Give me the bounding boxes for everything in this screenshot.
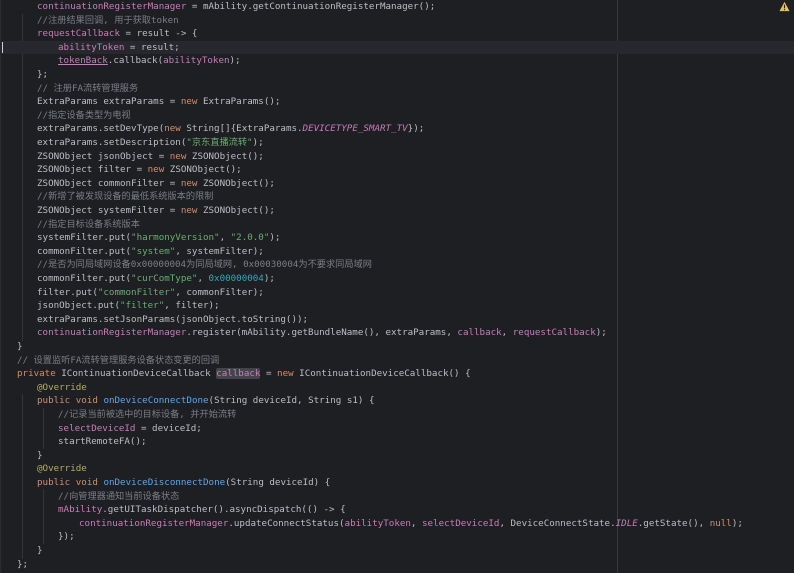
- code-text: selectDeviceId = deviceId;: [58, 422, 202, 434]
- code-text: private IContinuationDeviceCallback call…: [17, 368, 471, 380]
- code-line[interactable]: //指定设备类型为电视: [0, 109, 794, 123]
- code-text: continuationRegisterManager = mAbility.g…: [37, 1, 436, 12]
- code-line[interactable]: private IContinuationDeviceCallback call…: [0, 367, 794, 381]
- code-line[interactable]: commonFilter.put("system", systemFilter)…: [0, 245, 794, 259]
- code-line[interactable]: }: [0, 449, 794, 463]
- code-line[interactable]: //新增了被发现设备的最低系统版本的限制: [0, 190, 794, 204]
- code-text: startRemoteFA();: [58, 436, 147, 448]
- code-text: continuationRegisterManager.updateConnec…: [79, 517, 743, 529]
- code-line[interactable]: selectDeviceId = deviceId;: [0, 422, 794, 436]
- code-line[interactable]: jsonObject.put("filter", filter);: [0, 299, 794, 313]
- code-text: ZSONObject systemFilter = new ZSONObject…: [37, 205, 275, 216]
- code-text: mAbility.getUITaskDispatcher().asyncDisp…: [58, 504, 346, 516]
- code-text: //指定目标设备系统版本: [37, 218, 140, 230]
- code-text: };: [37, 69, 49, 80]
- code-text: extraParams.setJsonParams(jsonObject.toS…: [37, 313, 309, 325]
- code-text: requestCallback = result -> {: [37, 28, 198, 40]
- code-text: //注册结果回调, 用于获取token: [37, 14, 179, 26]
- code-line[interactable]: continuationRegisterManager.updateConnec…: [0, 517, 794, 531]
- code-line[interactable]: ZSONObject commonFilter = new ZSONObject…: [0, 177, 794, 191]
- code-line[interactable]: mAbility.getUITaskDispatcher().asyncDisp…: [0, 503, 794, 517]
- code-text: public void onDeviceConnectDone(String d…: [37, 395, 375, 407]
- code-line[interactable]: extraParams.setJsonParams(jsonObject.toS…: [0, 313, 794, 327]
- code-text: commonFilter.put("system", systemFilter)…: [37, 245, 264, 257]
- code-line[interactable]: //指定目标设备系统版本: [0, 218, 794, 232]
- code-text: // 注册FA流转管理服务: [37, 82, 139, 94]
- code-text: //指定设备类型为电视: [37, 109, 131, 121]
- code-text: ZSONObject commonFilter = new ZSONObject…: [37, 177, 275, 189]
- code-line[interactable]: };: [0, 68, 794, 82]
- code-line[interactable]: abilityToken = result;: [0, 40, 794, 55]
- code-line[interactable]: extraParams.setDevType(new String[]{Extr…: [0, 122, 794, 136]
- code-text: jsonObject.put("filter", filter);: [37, 300, 220, 312]
- code-text: public void onDeviceDisconnectDone(Strin…: [37, 477, 331, 488]
- code-line[interactable]: continuationRegisterManager = mAbility.g…: [0, 0, 794, 14]
- code-line[interactable]: startRemoteFA();: [0, 435, 794, 449]
- code-text: filter.put("commonFilter", commonFilter)…: [37, 286, 264, 298]
- code-text: abilityToken = result;: [58, 41, 180, 53]
- code-line[interactable]: ZSONObject filter = new ZSONObject();: [0, 163, 794, 177]
- code-line[interactable]: }: [0, 340, 794, 354]
- code-line[interactable]: @Override: [0, 381, 794, 395]
- code-text: commonFilter.put("curComType", 0x0000000…: [37, 273, 275, 284]
- code-editor[interactable]: continuationRegisterManager = mAbility.g…: [0, 0, 794, 573]
- code-line[interactable]: commonFilter.put("curComType", 0x0000000…: [0, 272, 794, 286]
- code-text: tokenBack.callback(abilityToken);: [58, 55, 241, 67]
- code-line[interactable]: // 设置监听FA流转管理服务设备状态变更的回调: [0, 354, 794, 368]
- code-text: }: [17, 341, 23, 352]
- code-line[interactable]: // 注册FA流转管理服务: [0, 82, 794, 96]
- code-text: }: [37, 545, 43, 556]
- code-line[interactable]: @Override: [0, 462, 794, 476]
- code-text: });: [58, 531, 75, 543]
- code-text: };: [17, 558, 29, 570]
- code-text: extraParams.setDevType(new String[]{Extr…: [37, 123, 425, 135]
- code-text: @Override: [37, 463, 87, 475]
- code-line[interactable]: });: [0, 530, 794, 544]
- code-text: ZSONObject filter = new ZSONObject();: [37, 164, 242, 176]
- code-line[interactable]: filter.put("commonFilter", commonFilter)…: [0, 286, 794, 300]
- code-line[interactable]: }: [0, 544, 794, 558]
- code-text: continuationRegisterManager.register(mAb…: [37, 327, 607, 339]
- code-line[interactable]: public void onDeviceDisconnectDone(Strin…: [0, 476, 794, 490]
- code-line[interactable]: ZSONObject jsonObject = new ZSONObject()…: [0, 150, 794, 164]
- code-line[interactable]: ExtraParams extraParams = new ExtraParam…: [0, 95, 794, 109]
- code-line[interactable]: continuationRegisterManager.register(mAb…: [0, 326, 794, 340]
- code-line[interactable]: extraParams.setDescription("京东直播流转");: [0, 136, 794, 150]
- code-text: //新增了被发现设备的最低系统版本的限制: [37, 191, 214, 203]
- code-line[interactable]: //是否为同局域网设备0x00000004为同局域网, 0x00030004为不…: [0, 258, 794, 272]
- code-line[interactable]: //向管理器通知当前设备状态: [0, 490, 794, 504]
- code-text: ZSONObject jsonObject = new ZSONObject()…: [37, 150, 264, 162]
- code-line[interactable]: systemFilter.put("harmonyVersion", "2.0.…: [0, 231, 794, 245]
- code-line[interactable]: tokenBack.callback(abilityToken);: [0, 54, 794, 68]
- code-line[interactable]: };: [0, 558, 794, 572]
- code-line[interactable]: //记录当前被选中的目标设备, 并开始流转: [0, 408, 794, 422]
- code-line[interactable]: public void onDeviceConnectDone(String d…: [0, 394, 794, 408]
- code-line[interactable]: requestCallback = result -> {: [0, 27, 794, 41]
- code-text: extraParams.setDescription("京东直播流转");: [37, 137, 264, 148]
- text-caret: [2, 42, 3, 54]
- code-text: // 设置监听FA流转管理服务设备状态变更的回调: [17, 354, 220, 366]
- code-text: }: [37, 449, 43, 461]
- code-text: systemFilter.put("harmonyVersion", "2.0.…: [37, 232, 281, 244]
- code-text: ExtraParams extraParams = new ExtraParam…: [37, 96, 281, 108]
- code-line[interactable]: //注册结果回调, 用于获取token: [0, 14, 794, 28]
- code-text: //向管理器通知当前设备状态: [58, 490, 180, 502]
- code-line[interactable]: ZSONObject systemFilter = new ZSONObject…: [0, 204, 794, 218]
- code-text: //是否为同局域网设备0x00000004为同局域网, 0x00030004为不…: [37, 259, 372, 271]
- code-text: //记录当前被选中的目标设备, 并开始流转: [58, 409, 237, 420]
- code-text: @Override: [37, 381, 87, 393]
